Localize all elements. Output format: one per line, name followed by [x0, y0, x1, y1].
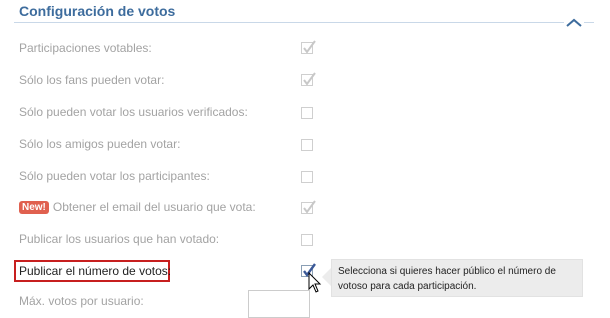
setting-label-votable-entries: Participaciones votables: — [19, 41, 152, 55]
setting-label-verified-only: Sólo pueden votar los usuarios verificad… — [19, 105, 248, 119]
setting-label-voter-email-text: Obtener el email del usuario que vota: — [52, 200, 256, 214]
checkmark-icon — [303, 40, 316, 54]
checkbox-participants-only — [301, 171, 313, 183]
section-title: Configuración de votos — [19, 3, 176, 19]
collapse-toggle[interactable] — [564, 15, 584, 27]
checkbox-votable-entries — [301, 40, 316, 54]
tooltip-arrow — [322, 268, 331, 286]
setting-label-voter-email: New! Obtener el email del usuario que vot… — [19, 200, 256, 214]
help-tooltip: Selecciona si quieres hacer público el n… — [331, 259, 583, 297]
setting-label-fans-only: Sólo los fans pueden votar: — [19, 73, 165, 87]
section-divider — [14, 22, 594, 23]
checkbox-friends-only — [301, 139, 313, 151]
setting-label-participants-only: Sólo pueden votar los participantes: — [19, 169, 210, 183]
checkbox-fans-only — [301, 72, 316, 86]
chevron-up-icon — [566, 18, 582, 27]
checkbox-verified-only — [301, 107, 313, 119]
max-votes-input[interactable] — [248, 290, 310, 318]
mouse-cursor-icon — [308, 272, 322, 293]
setting-label-friends-only: Sólo los amigos pueden votar: — [19, 137, 181, 151]
setting-label-publish-vote-count: Publicar el número de votos: — [19, 264, 172, 278]
checkmark-icon — [303, 200, 316, 214]
new-badge: New! — [19, 201, 49, 214]
setting-label-max-votes: Máx. votos por usuario: — [19, 294, 144, 308]
checkbox-publish-voters — [301, 234, 313, 246]
checkbox-voter-email — [301, 200, 316, 214]
checkmark-icon — [303, 72, 316, 86]
setting-label-publish-voters: Publicar los usuarios que han votado: — [19, 232, 220, 246]
